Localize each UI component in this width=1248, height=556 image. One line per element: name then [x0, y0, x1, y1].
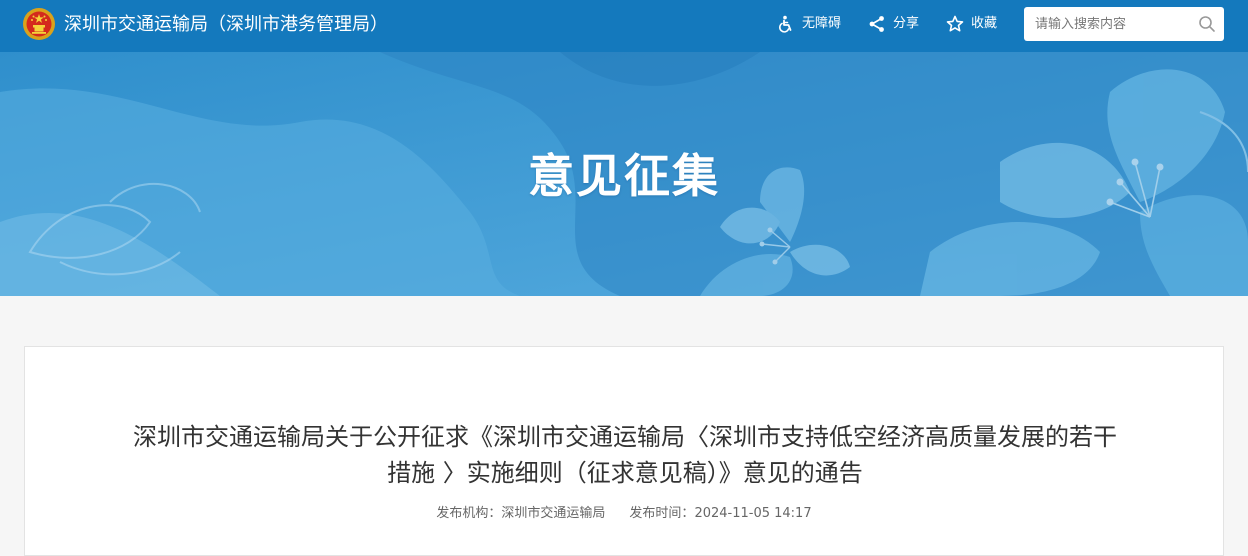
top-bar: 深圳市交通运输局（深圳市港务管理局） 无障碍 分享 收藏 [0, 0, 1248, 52]
search-box [1024, 7, 1224, 41]
publish-time-label: 发布时间： [629, 506, 695, 521]
share-label: 分享 [893, 16, 920, 31]
banner: 意见征集 [0, 52, 1248, 296]
share-button[interactable]: 分享 [868, 14, 919, 34]
star-icon [946, 15, 964, 32]
article-meta: 发布机构：深圳市交通运输局 发布时间：2024-11-05 14:17 [25, 504, 1223, 524]
search-input[interactable] [1024, 7, 1190, 41]
publisher-value: 深圳市交通运输局 [501, 506, 606, 521]
site-title[interactable]: 深圳市交通运输局（深圳市港务管理局） [64, 13, 388, 37]
share-icon [869, 16, 884, 32]
article-card: 深圳市交通运输局关于公开征求《深圳市交通运输局〈深圳市支持低空经济高质量发展的若… [24, 346, 1224, 556]
search-icon[interactable] [1198, 15, 1216, 33]
favorite-label: 收藏 [971, 16, 998, 31]
banner-title: 意见征集 [528, 149, 720, 203]
accessibility-icon [779, 15, 792, 33]
publish-time-value: 2024-11-05 14:17 [694, 506, 812, 521]
favorite-button[interactable]: 收藏 [946, 14, 997, 34]
accessibility-label: 无障碍 [802, 16, 842, 31]
accessibility-button[interactable]: 无障碍 [777, 14, 841, 34]
national-emblem-icon[interactable] [22, 7, 56, 41]
publisher-label: 发布机构： [436, 506, 502, 521]
article-title: 深圳市交通运输局关于公开征求《深圳市交通运输局〈深圳市支持低空经济高质量发展的若… [133, 423, 1117, 487]
